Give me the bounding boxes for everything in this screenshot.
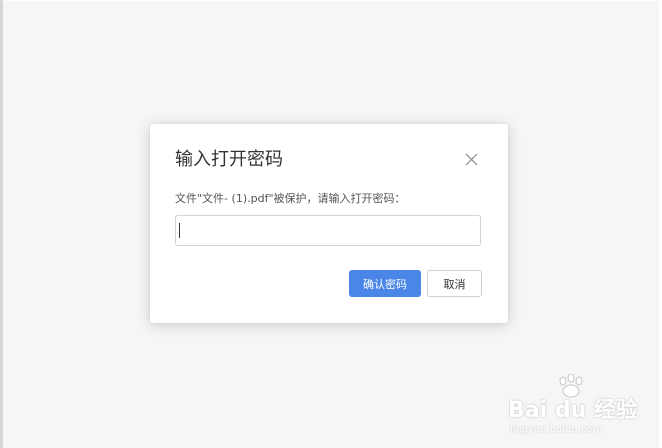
- close-button[interactable]: [463, 151, 480, 168]
- watermark-logo: Bai du 经验: [508, 398, 638, 423]
- confirm-password-button[interactable]: 确认密码: [349, 270, 421, 297]
- text-caret: [179, 223, 180, 238]
- dialog-message: 文件"文件- (1).pdf"被保护，请输入打开密码：: [175, 192, 406, 205]
- watermark-url: jingyan.baidu.com: [510, 424, 603, 435]
- cancel-button[interactable]: 取消: [427, 270, 482, 297]
- top-edge: [0, 0, 662, 1]
- app-background: 输入打开密码 文件"文件- (1).pdf"被保护，请输入打开密码： 确认密码 …: [0, 0, 662, 448]
- baidu-jingyan-watermark: Bai du 经验 jingyan.baidu.com: [508, 374, 654, 444]
- dialog-title: 输入打开密码: [175, 149, 283, 170]
- password-dialog: 输入打开密码 文件"文件- (1).pdf"被保护，请输入打开密码： 确认密码 …: [150, 124, 508, 323]
- left-edge: [0, 0, 3, 448]
- close-icon: [465, 153, 478, 166]
- password-input[interactable]: [175, 215, 481, 246]
